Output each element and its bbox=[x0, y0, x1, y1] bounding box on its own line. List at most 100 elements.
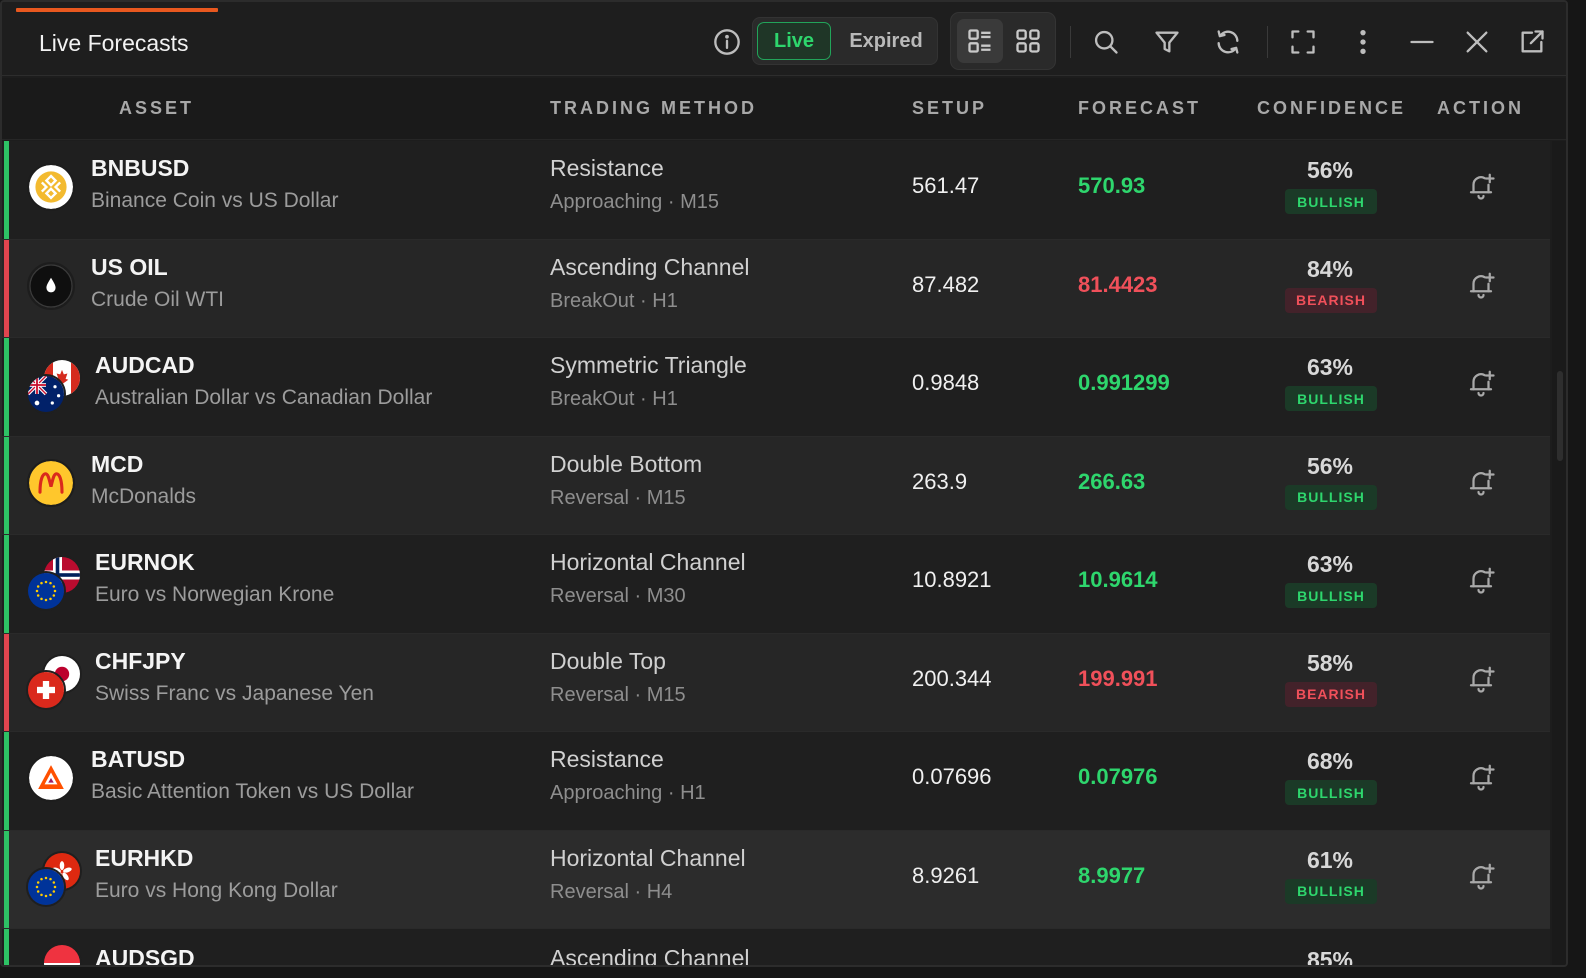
table-row[interactable]: CHFJPY Swiss Franc vs Japanese Yen Doubl… bbox=[2, 633, 1550, 732]
chfjpy-flags-icon bbox=[24, 652, 84, 712]
asset-name: Crude Oil WTI bbox=[91, 287, 225, 311]
tab-live[interactable]: Live bbox=[757, 22, 831, 60]
add-alert-icon[interactable] bbox=[1466, 171, 1498, 203]
table-row[interactable]: AUDCAD Australian Dollar vs Canadian Dol… bbox=[2, 338, 1550, 437]
method-detail: Approaching · M15 bbox=[550, 191, 719, 213]
trading-method: Double Top bbox=[550, 647, 666, 674]
info-icon[interactable] bbox=[709, 24, 745, 60]
method-detail: BreakOut · H1 bbox=[550, 388, 678, 410]
direction-badge: BULLISH bbox=[1285, 780, 1377, 805]
refresh-icon[interactable] bbox=[1210, 24, 1246, 60]
audsgd-flags-icon bbox=[24, 941, 84, 965]
forecast-value: 10.9614 bbox=[1078, 567, 1158, 592]
confidence-value: 63% bbox=[1306, 354, 1354, 380]
australia-flag-icon bbox=[26, 374, 66, 414]
asset-symbol: MCD bbox=[91, 450, 144, 477]
add-alert-icon[interactable] bbox=[1466, 664, 1498, 696]
asset-name: Swiss Franc vs Japanese Yen bbox=[95, 681, 374, 705]
search-icon[interactable] bbox=[1088, 24, 1124, 60]
table-header: ASSET TRADING METHOD SETUP FORECAST CONF… bbox=[2, 78, 1566, 140]
asset-symbol: BNBUSD bbox=[91, 155, 190, 181]
fullscreen-icon[interactable] bbox=[1285, 24, 1321, 60]
asset-symbol: EURNOK bbox=[95, 549, 195, 575]
table-row[interactable]: EURNOK Euro vs Norwegian Krone Horizonta… bbox=[2, 535, 1550, 634]
toolbar-divider bbox=[1267, 26, 1268, 58]
asset-name: Euro vs Norwegian Krone bbox=[95, 583, 335, 606]
scrollbar[interactable] bbox=[1552, 141, 1566, 965]
confidence-value: 84% bbox=[1306, 255, 1354, 282]
column-header-method[interactable]: TRADING METHOD bbox=[550, 98, 757, 119]
add-alert-icon[interactable] bbox=[1466, 565, 1498, 597]
scroll-thumb[interactable] bbox=[1557, 371, 1563, 461]
direction-indicator bbox=[4, 239, 9, 337]
setup-value: 0.07696 bbox=[912, 764, 992, 789]
eurhkd-flags-icon bbox=[24, 849, 84, 909]
status-segmented-control: Live Expired bbox=[752, 17, 938, 65]
direction-indicator bbox=[4, 830, 9, 928]
list-view-icon[interactable] bbox=[957, 19, 1003, 63]
direction-indicator bbox=[4, 535, 9, 633]
column-header-setup[interactable]: SETUP bbox=[912, 98, 987, 119]
method-detail: Reversal · H4 bbox=[550, 880, 673, 903]
eu-flag-icon bbox=[26, 866, 66, 907]
eurnok-flags-icon bbox=[24, 553, 84, 613]
direction-badge: BULLISH bbox=[1285, 484, 1377, 510]
close-icon[interactable] bbox=[1459, 24, 1495, 60]
confidence-value: 56% bbox=[1306, 157, 1354, 183]
setup-value: 10.8921 bbox=[912, 567, 992, 592]
forecast-value: 570.93 bbox=[1078, 173, 1146, 198]
setup-value: 561.47 bbox=[912, 173, 980, 198]
forecast-window: Live Forecasts Live Expired ASSET TRADIN… bbox=[0, 0, 1568, 967]
asset-symbol: AUDSGD bbox=[95, 945, 195, 967]
trading-method: Horizontal Channel bbox=[550, 844, 746, 871]
table-row[interactable]: US OIL Crude Oil WTI Ascending Channel B… bbox=[2, 239, 1550, 338]
add-alert-icon[interactable] bbox=[1466, 467, 1498, 499]
asset-symbol: CHFJPY bbox=[95, 647, 186, 674]
minimize-icon[interactable] bbox=[1404, 24, 1440, 60]
column-header-asset[interactable]: ASSET bbox=[119, 98, 194, 119]
add-alert-icon[interactable] bbox=[1466, 368, 1498, 400]
trading-method: Horizontal Channel bbox=[550, 549, 746, 575]
setup-value: 200.344 bbox=[912, 665, 992, 691]
window-header: Live Forecasts Live Expired bbox=[2, 2, 1566, 76]
column-header-forecast[interactable]: FORECAST bbox=[1078, 98, 1201, 119]
table-row[interactable]: MCD McDonalds Double Bottom Reversal · M… bbox=[2, 436, 1550, 535]
setup-value: 0.9848 bbox=[912, 370, 980, 395]
asset-symbol: US OIL bbox=[91, 253, 168, 280]
method-detail: BreakOut · H1 bbox=[550, 289, 678, 312]
forecast-table-body: BNBUSD Binance Coin vs US Dollar Resista… bbox=[2, 141, 1550, 967]
table-row[interactable]: BATUSD Basic Attention Token vs US Dolla… bbox=[2, 732, 1550, 831]
direction-badge: BULLISH bbox=[1285, 878, 1377, 904]
setup-value: 8.9261 bbox=[912, 862, 980, 888]
table-row[interactable]: BNBUSD Binance Coin vs US Dollar Resista… bbox=[2, 141, 1550, 240]
audcad-flags-icon bbox=[24, 356, 84, 416]
grid-view-icon[interactable] bbox=[1005, 19, 1051, 63]
confidence-value: 61% bbox=[1306, 846, 1354, 873]
add-alert-icon[interactable] bbox=[1466, 861, 1498, 893]
method-detail: Reversal · M15 bbox=[550, 486, 686, 509]
direction-indicator bbox=[4, 338, 9, 436]
tab-expired[interactable]: Expired bbox=[841, 22, 931, 60]
column-header-confidence[interactable]: CONFIDENCE bbox=[1257, 98, 1406, 119]
oil-drop-icon bbox=[27, 261, 75, 310]
singapore-flag-icon bbox=[42, 943, 82, 965]
direction-badge: BULLISH bbox=[1285, 189, 1377, 214]
table-row[interactable]: AUDSGD Ascending Channel 85% bbox=[2, 929, 1550, 967]
add-alert-icon[interactable] bbox=[1466, 270, 1498, 302]
trading-method: Double Bottom bbox=[550, 450, 703, 477]
forecast-value: 0.07976 bbox=[1078, 764, 1158, 789]
method-detail: Reversal · M30 bbox=[550, 585, 686, 607]
table-row[interactable]: EURHKD Euro vs Hong Kong Dollar Horizont… bbox=[2, 830, 1550, 929]
setup-value: 87.482 bbox=[912, 271, 980, 297]
more-icon[interactable] bbox=[1345, 24, 1381, 60]
add-alert-icon[interactable] bbox=[1466, 762, 1498, 794]
asset-name: Australian Dollar vs Canadian Dollar bbox=[95, 386, 433, 409]
title-accent-bar bbox=[16, 8, 218, 12]
column-header-action[interactable]: ACTION bbox=[1437, 98, 1524, 119]
view-mode-toggle bbox=[950, 12, 1056, 70]
popout-icon[interactable] bbox=[1514, 24, 1550, 60]
asset-symbol: AUDCAD bbox=[95, 352, 195, 378]
confidence-value: 56% bbox=[1306, 452, 1354, 479]
filter-icon[interactable] bbox=[1149, 24, 1185, 60]
asset-symbol: EURHKD bbox=[95, 844, 194, 871]
